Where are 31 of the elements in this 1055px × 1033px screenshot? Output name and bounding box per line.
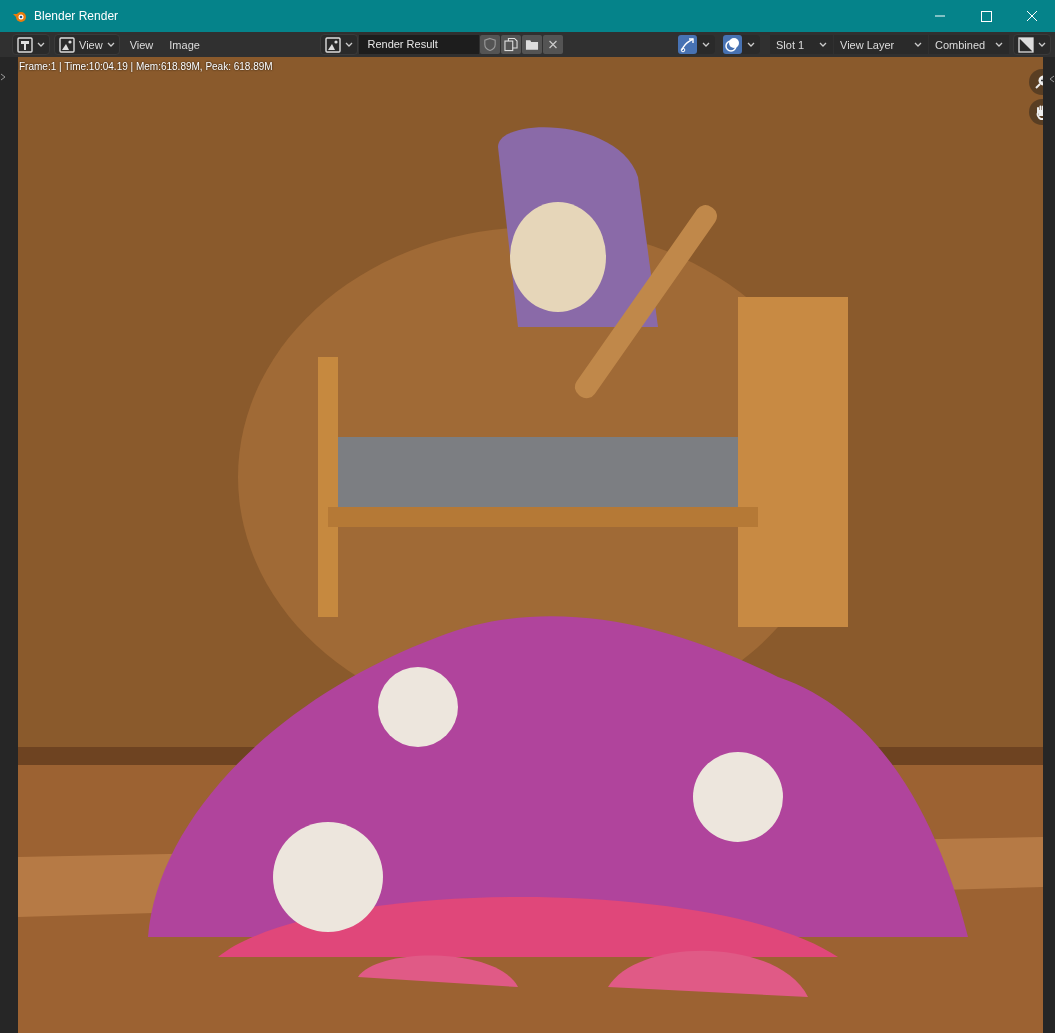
duplicate-icon[interactable]: [501, 35, 522, 54]
overlay-toggle-button[interactable]: [723, 35, 742, 54]
caret-icon: [345, 41, 354, 48]
caret-icon: [914, 41, 922, 48]
close-icon[interactable]: [543, 35, 564, 54]
curve-toggle-button[interactable]: [678, 35, 697, 54]
dropdown-button[interactable]: Slot 1: [770, 35, 833, 54]
folder-icon[interactable]: [522, 35, 543, 54]
image-browse-button[interactable]: [320, 34, 359, 55]
channels-icon: [1018, 36, 1034, 53]
menu-item[interactable]: View: [123, 38, 160, 51]
image-icon: [325, 36, 342, 53]
caret-icon: [106, 41, 115, 48]
caret-icon: [819, 41, 827, 48]
image-icon: [59, 36, 75, 53]
dropdown-button[interactable]: Combined: [929, 35, 1009, 54]
editor-type-button[interactable]: [12, 34, 50, 55]
dropdown-button[interactable]: View Layer: [834, 35, 928, 54]
render-info-text: Frame:1 | Time:10:04.19 | Mem:618.89M, Peak: 618.89M: [19, 61, 273, 72]
caret-icon: [995, 41, 1003, 48]
shield-icon[interactable]: [480, 35, 501, 54]
window-title: Blender Render: [34, 9, 119, 23]
display-channels-button[interactable]: [1013, 34, 1051, 55]
caret-icon: [37, 41, 45, 48]
view-dropdown[interactable]: View: [54, 34, 120, 55]
image-name-field[interactable]: Render Result: [359, 35, 480, 54]
caret-icon: [702, 41, 710, 48]
image-editor-icon: [17, 36, 33, 53]
menu-item[interactable]: Image: [163, 38, 206, 51]
caret-icon: [1038, 41, 1046, 48]
caret-icon: [747, 41, 755, 48]
